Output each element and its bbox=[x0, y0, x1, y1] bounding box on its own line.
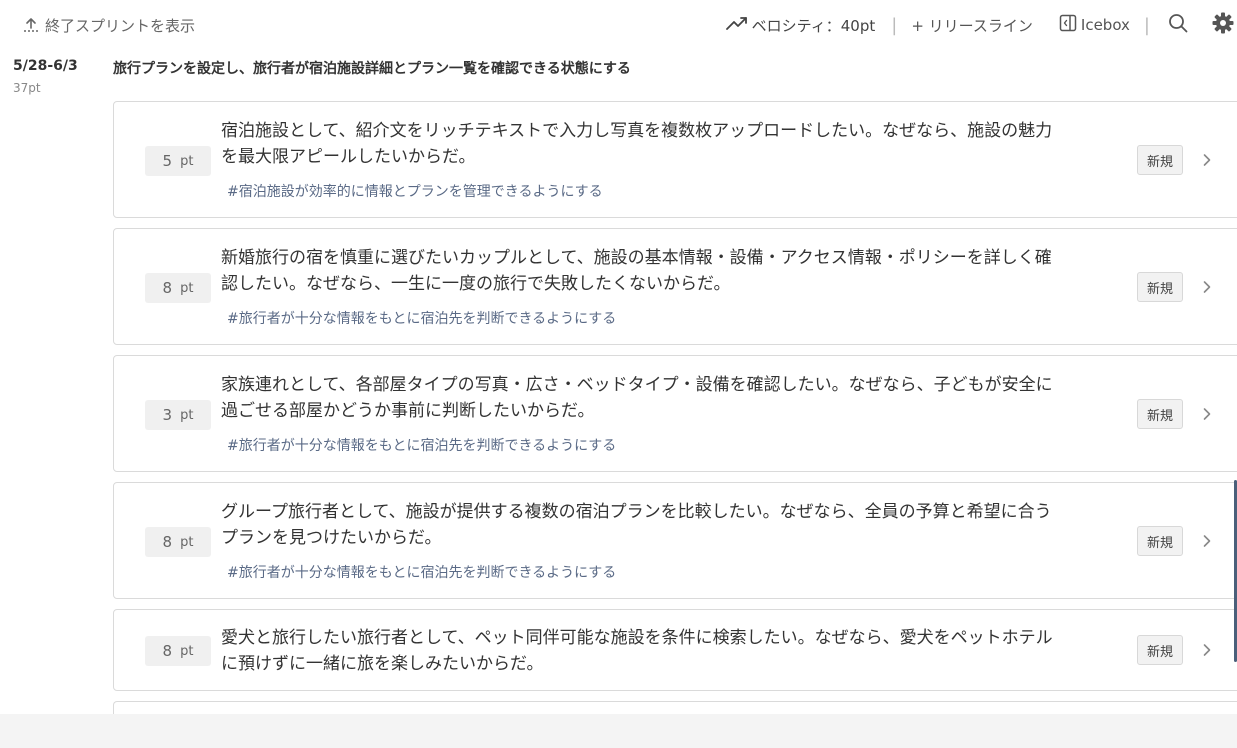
story-card[interactable]: 8 pt 新婚旅行の宿を慎重に選びたいカップルとして、施設の基本情報・設備・アク… bbox=[113, 228, 1237, 345]
show-ended-sprints-label: 終了スプリントを表示 bbox=[45, 16, 196, 35]
story-card[interactable]: 3 pt 家族連れとして、各部屋タイプの写真・広さ・ベッドタイプ・設備を確認した… bbox=[113, 355, 1237, 472]
story-points-badge[interactable]: 5 pt bbox=[145, 146, 211, 176]
chevron-right-icon[interactable] bbox=[1200, 153, 1214, 167]
trend-up-icon bbox=[725, 15, 748, 35]
story-points-unit: pt bbox=[180, 643, 194, 659]
toolbar-divider: | bbox=[1143, 14, 1150, 36]
story-points-value: 5 bbox=[162, 152, 173, 170]
story-points-value: 8 bbox=[162, 533, 173, 551]
story-text-line: グループ旅行者として、施設が提供する複数の宿泊プランを比較したい。なぜなら、全員… bbox=[221, 502, 1052, 522]
footer-band bbox=[0, 714, 1237, 748]
status-badge[interactable]: 新規 bbox=[1137, 399, 1183, 429]
show-ended-sprints-button[interactable]: 終了スプリントを表示 bbox=[22, 15, 195, 35]
story-text-line: 認したい。なぜなら、一生に一度の旅行で失敗したくないからだ。 bbox=[221, 274, 731, 294]
story-text-line: 愛犬と旅行したい旅行者として、ペット同伴可能な施設を条件に検索したい。なぜなら、… bbox=[221, 628, 1053, 648]
chevron-right-icon[interactable] bbox=[1200, 643, 1214, 657]
search-icon[interactable] bbox=[1168, 13, 1188, 37]
story-points-badge[interactable]: 8 pt bbox=[145, 527, 211, 557]
icebox-panel-icon bbox=[1059, 14, 1077, 36]
status-badge[interactable]: 新規 bbox=[1137, 635, 1183, 665]
story-card[interactable] bbox=[113, 701, 1237, 714]
story-text: グループ旅行者として、施設が提供する複数の宿泊プランを比較したい。なぜなら、全員… bbox=[221, 499, 1091, 551]
story-text-line: を最大限アピールしたいからだ。 bbox=[221, 147, 476, 167]
story-text-line: 過ごせる部屋かどうか事前に判断したいからだ。 bbox=[221, 401, 595, 421]
epic-tag[interactable]: #宿泊施設が効率的に情報とプランを管理できるようにする bbox=[227, 181, 603, 201]
story-text: 新婚旅行の宿を慎重に選びたいカップルとして、施設の基本情報・設備・アクセス情報・… bbox=[221, 245, 1091, 297]
status-badge[interactable]: 新規 bbox=[1137, 272, 1183, 302]
velocity-label: ベロシティ：40pt bbox=[751, 16, 876, 35]
gear-icon[interactable] bbox=[1212, 12, 1234, 38]
story-points-value: 8 bbox=[162, 279, 173, 297]
story-card[interactable]: 5 pt 宿泊施設として、紹介文をリッチテキストで入力し写真を複数枚アップロード… bbox=[113, 101, 1237, 218]
sprint-points: 37pt bbox=[13, 81, 41, 95]
story-points-badge[interactable]: 8 pt bbox=[145, 273, 211, 303]
release-line-button[interactable]: + リリースライン bbox=[911, 15, 1033, 36]
icebox-label: Icebox bbox=[1080, 16, 1130, 34]
epic-tag[interactable]: #旅行者が十分な情報をもとに宿泊先を判断できるようにする bbox=[227, 308, 616, 328]
story-text-line: 新婚旅行の宿を慎重に選びたいカップルとして、施設の基本情報・設備・アクセス情報・… bbox=[221, 248, 1052, 268]
toolbar-right-group: ベロシティ：40pt | + リリースライン Icebox | bbox=[725, 12, 1237, 38]
story-text: 愛犬と旅行したい旅行者として、ペット同伴可能な施設を条件に検索したい。なぜなら、… bbox=[221, 625, 1091, 677]
chevron-right-icon[interactable] bbox=[1200, 407, 1214, 421]
velocity-button[interactable]: ベロシティ：40pt bbox=[725, 15, 876, 36]
story-points-value: 3 bbox=[162, 406, 173, 424]
epic-tag[interactable]: #旅行者が十分な情報をもとに宿泊先を判断できるようにする bbox=[227, 562, 616, 582]
story-points-badge[interactable]: 8 pt bbox=[145, 636, 211, 666]
story-points-unit: pt bbox=[180, 534, 194, 550]
story-card[interactable]: 8 pt 愛犬と旅行したい旅行者として、ペット同伴可能な施設を条件に検索したい。… bbox=[113, 609, 1237, 691]
release-line-label: + リリースライン bbox=[911, 16, 1033, 35]
status-badge[interactable]: 新規 bbox=[1137, 526, 1183, 556]
sprint-backlog-page: 終了スプリントを表示 ベロシティ：40pt | + リリースライン Icebox… bbox=[0, 0, 1237, 748]
story-points-unit: pt bbox=[180, 153, 194, 169]
upload-arrow-icon bbox=[22, 16, 40, 34]
sprint-dates: 5/28-6/3 bbox=[13, 58, 78, 74]
story-text-line: 家族連れとして、各部屋タイプの写真・広さ・ベッドタイプ・設備を確認したい。なぜな… bbox=[221, 375, 1053, 395]
sprint-goal[interactable]: 旅行プランを設定し、旅行者が宿泊施設詳細とプラン一覧を確認できる状態にする bbox=[113, 58, 631, 78]
story-card[interactable]: 8 pt グループ旅行者として、施設が提供する複数の宿泊プランを比較したい。なぜ… bbox=[113, 482, 1237, 599]
top-toolbar: 終了スプリントを表示 ベロシティ：40pt | + リリースライン Icebox… bbox=[0, 0, 1237, 50]
story-text: 家族連れとして、各部屋タイプの写真・広さ・ベッドタイプ・設備を確認したい。なぜな… bbox=[221, 372, 1091, 424]
epic-tag[interactable]: #旅行者が十分な情報をもとに宿泊先を判断できるようにする bbox=[227, 435, 616, 455]
chevron-right-icon[interactable] bbox=[1200, 534, 1214, 548]
story-text-line: に預けずに一緒に旅を楽しみたいからだ。 bbox=[221, 654, 544, 674]
story-text: 宿泊施設として、紹介文をリッチテキストで入力し写真を複数枚アップロードしたい。な… bbox=[221, 118, 1091, 170]
icebox-button[interactable]: Icebox bbox=[1059, 14, 1130, 36]
chevron-right-icon[interactable] bbox=[1200, 280, 1214, 294]
status-badge[interactable]: 新規 bbox=[1137, 145, 1183, 175]
story-text-line: 宿泊施設として、紹介文をリッチテキストで入力し写真を複数枚アップロードしたい。な… bbox=[221, 121, 1053, 141]
toolbar-divider: | bbox=[891, 14, 898, 36]
story-points-badge[interactable]: 3 pt bbox=[145, 400, 211, 430]
story-points-unit: pt bbox=[180, 407, 194, 423]
story-points-value: 8 bbox=[162, 642, 173, 660]
story-points-unit: pt bbox=[180, 280, 194, 296]
story-text-line: プランを見つけたいからだ。 bbox=[221, 528, 442, 548]
